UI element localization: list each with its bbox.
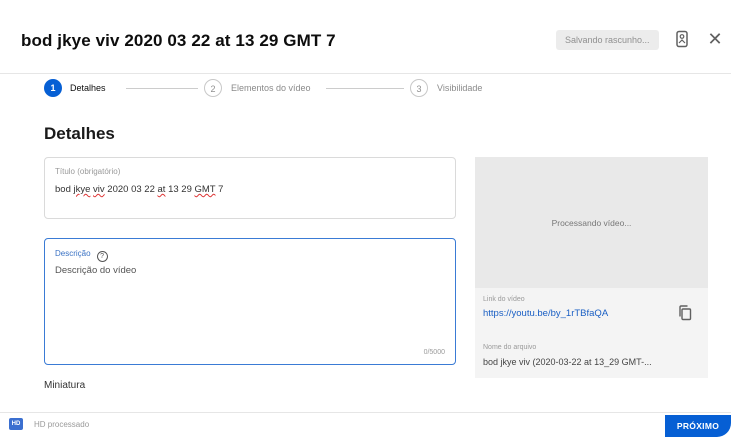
step-1-indicator[interactable]: 1: [44, 79, 62, 97]
processing-text: Processando vídeo...: [551, 217, 632, 228]
title-field-value[interactable]: bod jkye viv 2020 03 22 at 13 29 GMT 7: [55, 184, 223, 195]
title-text-part: 7: [215, 184, 224, 195]
help-icon[interactable]: ?: [96, 251, 108, 262]
video-link-label: Link do vídeo: [483, 296, 525, 303]
title-field-label: Título (obrigatório): [55, 167, 121, 176]
description-field-label: Descrição?: [55, 249, 108, 262]
dialog-footer: HD HD processado PRÓXIMO: [0, 412, 731, 437]
stepper-connector: [326, 88, 404, 89]
step-2-label[interactable]: Elementos do vídeo: [231, 83, 311, 93]
filename-label: Nome do arquivo: [483, 344, 537, 351]
video-preview: Processando vídeo...: [475, 157, 708, 288]
step-2-indicator[interactable]: 2: [204, 79, 222, 97]
title-field[interactable]: Título (obrigatório) bod jkye viv 2020 0…: [44, 157, 456, 219]
character-counter: 0/5000: [423, 349, 445, 356]
copy-icon[interactable]: [678, 305, 692, 321]
next-button[interactable]: PRÓXIMO: [665, 415, 731, 437]
save-status-badge: Salvando rascunho...: [556, 30, 659, 50]
description-field[interactable]: Descrição? Descrição do vídeo 0/5000: [44, 238, 456, 365]
title-text-part: 13 29: [165, 184, 195, 195]
dialog-title: bod jkye viv 2020 03 22 at 13 29 GMT 7: [21, 31, 336, 50]
step-3-indicator[interactable]: 3: [410, 79, 428, 97]
video-info-panel: Link do vídeo https://youtu.be/by_1rTBfa…: [475, 288, 708, 378]
processing-status: HD processado: [34, 420, 90, 429]
close-icon[interactable]: ✕: [704, 28, 726, 50]
upload-dialog: bod jkye viv 2020 03 22 at 13 29 GMT 7 S…: [0, 0, 731, 437]
dialog-header: bod jkye viv 2020 03 22 at 13 29 GMT 7 S…: [0, 0, 731, 74]
hd-icon: HD: [9, 418, 23, 430]
title-text-misspelled: viv: [93, 184, 105, 195]
feedback-icon[interactable]: [671, 28, 693, 50]
section-title: Detalhes: [44, 124, 115, 143]
stepper-connector: [126, 88, 198, 89]
upload-stepper: 1 Detalhes 2 Elementos do vídeo 3 Visibi…: [44, 79, 504, 99]
step-3-label[interactable]: Visibilidade: [437, 83, 482, 93]
description-placeholder[interactable]: Descrição do vídeo: [55, 265, 136, 276]
title-text-misspelled: GMT: [194, 184, 216, 195]
step-1-label[interactable]: Detalhes: [70, 83, 106, 93]
title-text-misspelled: jkye: [73, 184, 91, 195]
title-text-part: 2020 03 22: [104, 184, 158, 195]
title-text-part: bod: [55, 184, 74, 195]
description-label-text: Descrição: [55, 249, 91, 258]
thumbnail-heading: Miniatura: [44, 380, 86, 391]
video-link[interactable]: https://youtu.be/by_1rTBfaQA: [483, 308, 608, 319]
filename-value: bod jkye viv (2020-03-22 at 13_29 GMT-..…: [483, 357, 652, 367]
